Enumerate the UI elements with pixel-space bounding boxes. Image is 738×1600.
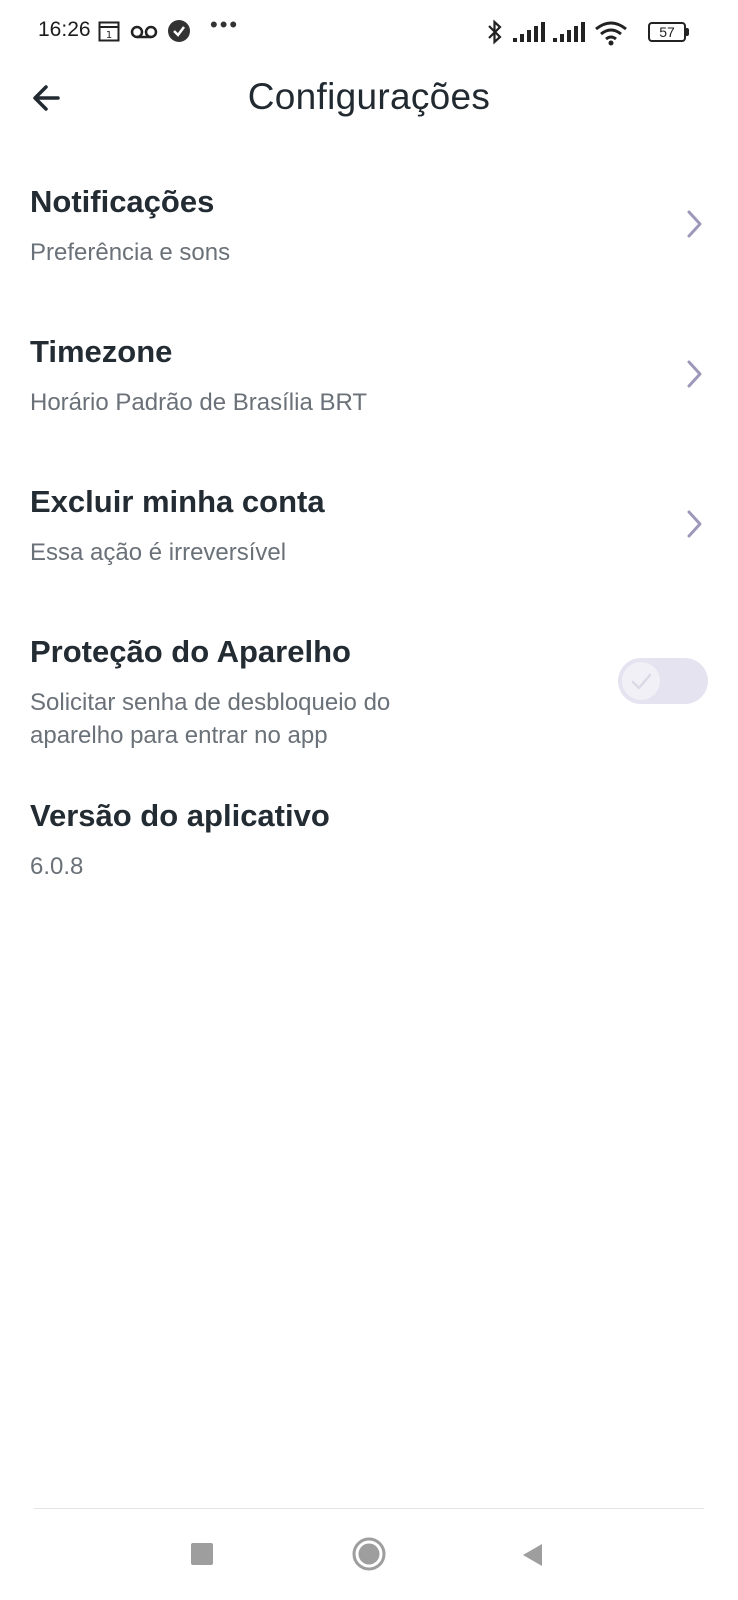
settings-item-title: Notificações — [30, 184, 215, 219]
app-notification-icon — [166, 18, 192, 49]
status-time: 16:26 — [38, 18, 91, 41]
settings-item-app-version: Versão do aplicativo 6.0.8 — [0, 798, 738, 888]
calendar-icon: 1 — [98, 20, 122, 49]
settings-item-subtitle-line2: aparelho para entrar no app — [30, 722, 328, 749]
settings-item-timezone[interactable]: Timezone Horário Padrão de Brasília BRT — [0, 334, 738, 434]
settings-item-title: Excluir minha conta — [30, 484, 325, 519]
settings-item-title: Versão do aplicativo — [30, 798, 330, 833]
voicemail-icon — [130, 24, 158, 45]
settings-item-subtitle: Horário Padrão de Brasília BRT — [30, 389, 368, 416]
check-icon — [631, 673, 652, 690]
signal-icon-2 — [552, 22, 588, 49]
bluetooth-icon — [484, 18, 506, 51]
settings-item-notifications[interactable]: Notificações Preferência e sons — [0, 184, 738, 284]
app-version-value: 6.0.8 — [30, 853, 84, 880]
page-title: Configurações — [247, 76, 491, 117]
battery-icon: 57 — [648, 22, 689, 42]
chevron-right-icon — [684, 506, 706, 542]
signal-icon — [512, 22, 548, 49]
settings-item-subtitle: Essa ação é irreversível — [30, 539, 287, 566]
chevron-right-icon — [684, 356, 706, 392]
recent-apps-button[interactable] — [191, 1543, 213, 1565]
toggle-knob — [622, 662, 660, 700]
calendar-day: 1 — [106, 30, 112, 41]
settings-item-subtitle: Preferência e sons — [30, 239, 231, 266]
device-protection-toggle[interactable] — [618, 658, 708, 704]
wifi-icon — [594, 20, 628, 51]
nav-divider — [34, 1508, 704, 1509]
settings-item-title: Proteção do Aparelho — [30, 634, 351, 669]
home-button[interactable] — [351, 1536, 387, 1572]
chevron-right-icon — [684, 206, 706, 242]
battery-level: 57 — [659, 24, 675, 40]
settings-item-title: Timezone — [30, 334, 173, 369]
settings-item-device-protection: Proteção do Aparelho Solicitar senha de … — [0, 634, 738, 764]
back-button[interactable] — [520, 1542, 544, 1568]
settings-item-delete-account[interactable]: Excluir minha conta Essa ação é irrevers… — [0, 484, 738, 584]
status-bar: 16:26 1 ••• 57 — [0, 0, 738, 64]
settings-item-subtitle-line1: Solicitar senha de desbloqueio do — [30, 689, 391, 716]
app-header: Configurações — [0, 64, 738, 134]
more-notifications-icon: ••• — [210, 12, 240, 37]
